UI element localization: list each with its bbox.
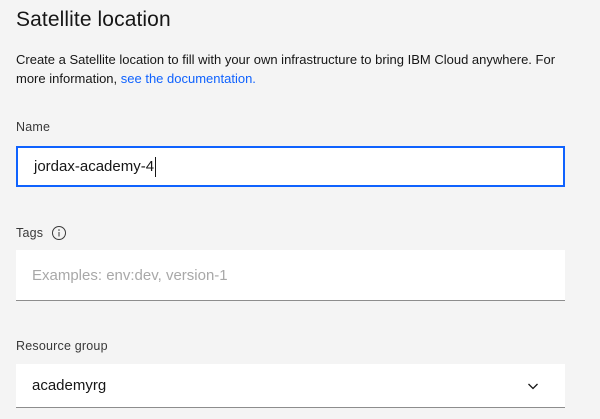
- chevron-down-icon: [525, 378, 541, 394]
- tags-label: Tags: [16, 226, 44, 240]
- satellite-location-form: Satellite location Create a Satellite lo…: [0, 0, 600, 419]
- documentation-link[interactable]: see the documentation.: [121, 71, 256, 86]
- name-input[interactable]: jordax-academy-4: [16, 146, 565, 187]
- resource-group-select[interactable]: academyrg: [16, 364, 565, 408]
- resource-group-value: academyrg: [32, 377, 107, 394]
- page-description: Create a Satellite location to fill with…: [16, 50, 576, 88]
- name-input-value: jordax-academy-4: [34, 158, 155, 175]
- tags-label-row: Tags: [16, 225, 67, 241]
- name-label: Name: [16, 120, 51, 134]
- tags-input[interactable]: Examples: env:dev, version-1: [16, 250, 565, 301]
- tags-input-placeholder: Examples: env:dev, version-1: [32, 266, 228, 284]
- resource-group-label: Resource group: [16, 339, 108, 353]
- page-title: Satellite location: [16, 8, 171, 31]
- description-text: Create a Satellite location to fill with…: [16, 52, 556, 86]
- text-cursor: [155, 156, 157, 177]
- information-icon[interactable]: [51, 225, 67, 241]
